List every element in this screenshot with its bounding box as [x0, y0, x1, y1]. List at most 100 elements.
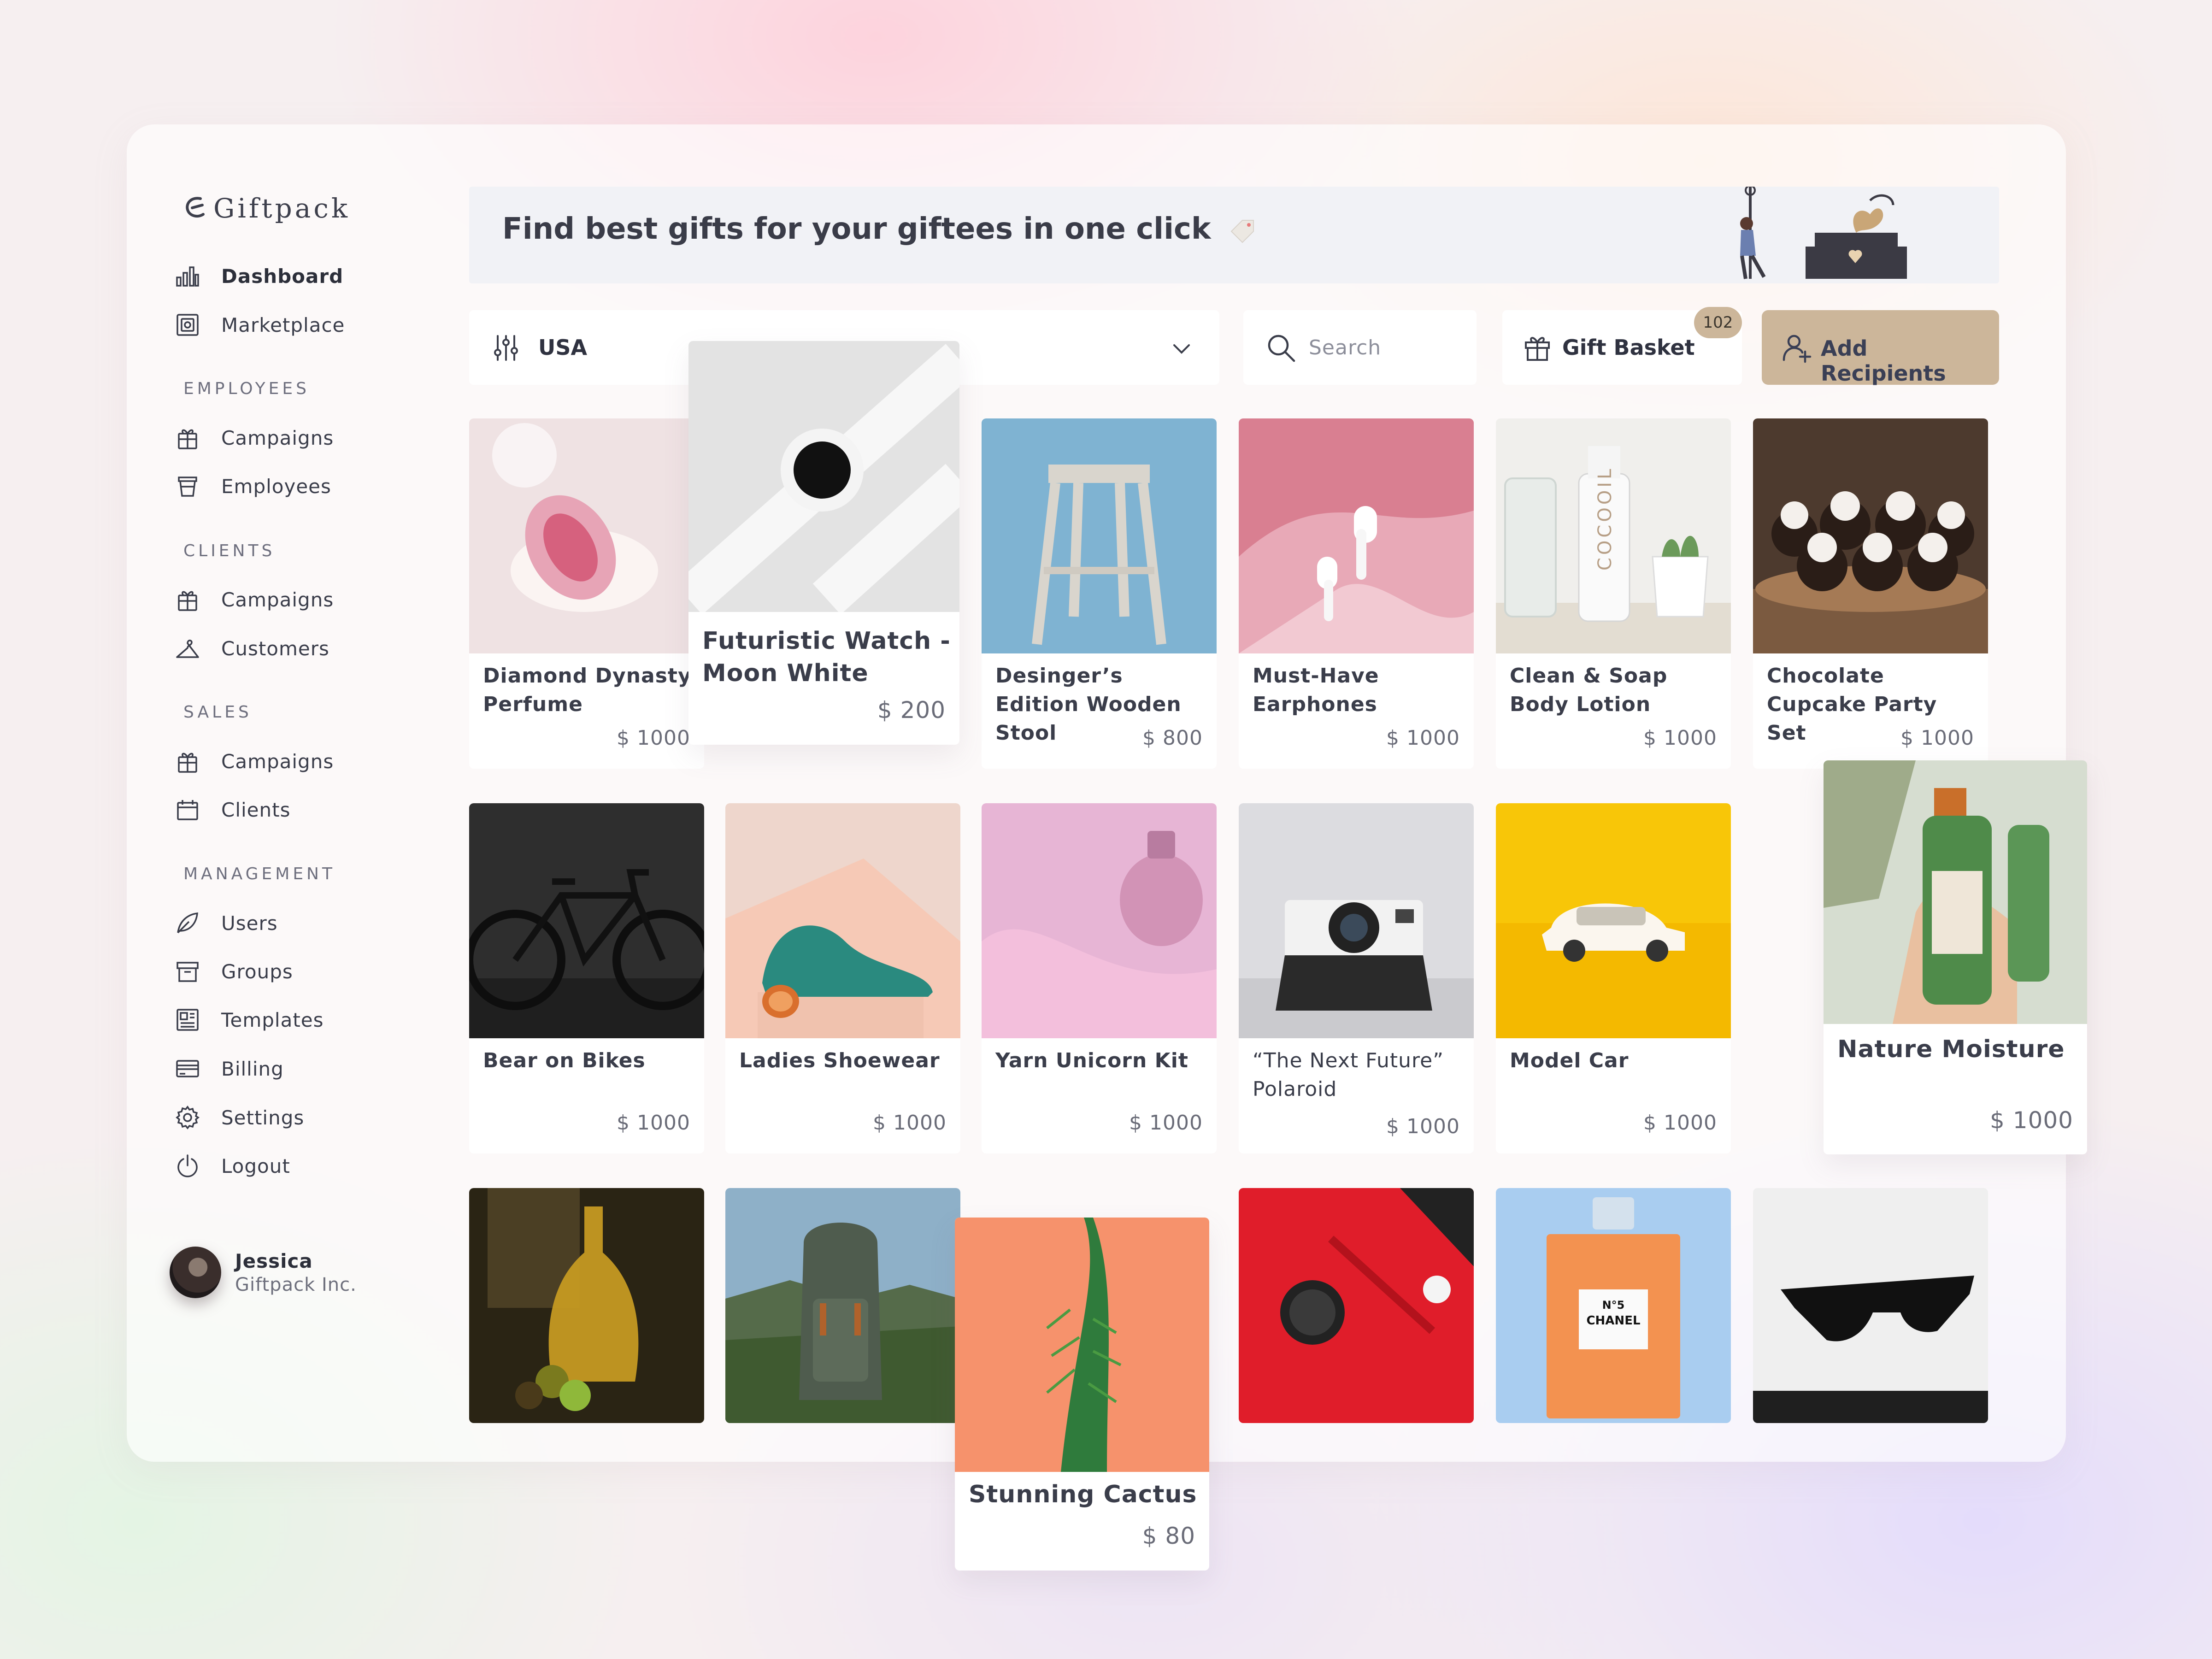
product-name: Nature Moisture [1837, 1035, 2065, 1063]
gift-illustration [1740, 187, 1907, 279]
archive-icon [176, 962, 199, 982]
chevron-down-icon [1173, 344, 1190, 354]
product-price: $ 1000 [1386, 726, 1460, 750]
product-card[interactable] [725, 1188, 960, 1423]
cup-icon [178, 477, 197, 497]
gift-basket-icon [1525, 337, 1550, 361]
product-price: $ 1000 [1643, 726, 1717, 750]
product-price: $ 1000 [1900, 726, 1974, 750]
product-card[interactable] [1753, 1188, 1988, 1423]
sidebar-item-label: Settings [221, 1106, 305, 1129]
sidebar-item-client-campaigns[interactable]: Campaigns [175, 583, 334, 616]
svg-text:COCOOIL: COCOOIL [1594, 466, 1616, 571]
product-name: Ladies Shoewear [739, 1049, 940, 1072]
product-card[interactable]: Must-Have Earphones $ 1000 [1239, 418, 1474, 769]
product-card[interactable]: Diamond Dynasty Perfume $ 1000 [469, 418, 704, 769]
gift-box-icon [178, 429, 197, 449]
logo[interactable]: Giftpack [182, 193, 350, 224]
product-name: Clean & Soap Body Lotion [1510, 664, 1668, 716]
sidebar-item-marketplace[interactable]: Marketplace [175, 309, 345, 341]
product-card[interactable]: Yarn Unicorn Kit $ 1000 [982, 803, 1217, 1153]
sidebar-item-label: Logout [221, 1154, 290, 1177]
product-image-sunglasses [1753, 1188, 1988, 1423]
product-card[interactable] [1239, 1188, 1474, 1423]
filter-sliders-icon [494, 335, 518, 361]
sidebar-item-label: Marketplace [221, 313, 345, 336]
sidebar-item-employees[interactable]: Employees [175, 470, 331, 502]
product-image-shampoo [1824, 760, 2087, 1024]
sidebar-item-clients[interactable]: Clients [175, 794, 290, 826]
sidebar-item-label: Users [221, 912, 278, 935]
product-image-cupcakes [1753, 418, 1988, 653]
product-price: $ 1000 [1129, 1111, 1203, 1135]
sidebar-item-employee-campaigns[interactable]: Campaigns [175, 422, 334, 454]
product-card[interactable]: COCOOIL Clean & Soap Body Lotion $ 1000 [1496, 418, 1731, 769]
product-name: Yarn Unicorn Kit [995, 1049, 1188, 1072]
product-name: Futuristic Watch - Moon White [702, 627, 951, 687]
svg-text:CHANEL: CHANEL [1586, 1314, 1640, 1328]
gift-tag-icon [1230, 220, 1254, 243]
product-card[interactable]: Desinger’s Edition Wooden Stool $ 800 [982, 418, 1217, 769]
product-price: $ 200 [877, 697, 946, 724]
leaf-icon [177, 912, 198, 934]
product-image-watch [688, 341, 959, 612]
product-card[interactable]: “The Next Future” Polaroid $ 1000 [1239, 803, 1474, 1153]
product-image-perfume [469, 418, 704, 653]
country-value: USA [538, 335, 588, 360]
section-title-clients: CLIENTS [183, 541, 276, 560]
product-price: $ 1000 [1643, 1111, 1717, 1135]
product-price: $ 80 [1142, 1523, 1195, 1549]
add-recipients-button[interactable]: Add Recipients [1762, 310, 1999, 386]
product-card[interactable]: Chocolate Cupcake Party Set $ 1000 [1753, 418, 1988, 769]
product-image-lotion: COCOOIL [1496, 418, 1731, 653]
sidebar-item-settings[interactable]: Settings [175, 1101, 304, 1134]
sidebar-item-label: Templates [221, 1008, 324, 1031]
search-placeholder: Search [1309, 336, 1382, 359]
sidebar-item-label: Clients [221, 798, 291, 821]
product-card[interactable]: N°5 CHANEL [1496, 1188, 1731, 1423]
search-input[interactable]: Search [1243, 310, 1477, 385]
product-image-bike [469, 803, 704, 1038]
product-price: $ 800 [1142, 726, 1203, 750]
template-icon [176, 1009, 199, 1031]
sidebar-item-users[interactable]: Users [175, 907, 278, 939]
product-name: Bear on Bikes [483, 1049, 646, 1072]
product-card[interactable]: Model Car $ 1000 [1496, 803, 1731, 1153]
gift-box-icon [178, 753, 197, 773]
sidebar-item-label: Campaigns [221, 426, 334, 449]
product-price: $ 1000 [873, 1111, 947, 1135]
svg-text:N°5: N°5 [1602, 1299, 1625, 1312]
product-name: Diamond Dynasty Perfume [483, 664, 692, 716]
calendar-box-icon [177, 800, 198, 820]
sidebar-item-groups[interactable]: Groups [175, 955, 293, 988]
sidebar-item-sales-campaigns[interactable]: Campaigns [175, 745, 334, 777]
product-price: $ 1000 [1386, 1115, 1460, 1138]
product-price: $ 1000 [1990, 1107, 2073, 1134]
product-image-chanel: N°5 CHANEL [1496, 1188, 1731, 1423]
product-card-featured[interactable]: Stunning Cactus $ 80 [955, 1218, 1209, 1571]
card-icon [176, 1060, 199, 1077]
product-card-featured[interactable]: Futuristic Watch - Moon White $ 200 [688, 341, 959, 745]
product-image-stool [982, 418, 1217, 653]
sidebar-item-billing[interactable]: Billing [175, 1053, 284, 1085]
product-card[interactable] [469, 1188, 704, 1423]
product-price: $ 1000 [617, 726, 690, 750]
product-image-olive-oil [469, 1188, 704, 1423]
add-recipients-label: Add Recipients [1821, 336, 1946, 386]
product-card-featured[interactable]: Nature Moisture $ 1000 [1824, 760, 2087, 1154]
sidebar-item-dashboard[interactable]: Dashboard [175, 260, 343, 292]
gift-box-icon [178, 591, 197, 611]
gift-basket-label: Gift Basket [1562, 335, 1695, 360]
power-icon [177, 1154, 198, 1177]
sidebar-item-templates[interactable]: Templates [175, 1004, 324, 1036]
product-card[interactable]: Ladies Shoewear $ 1000 [725, 803, 960, 1153]
product-card[interactable]: Bear on Bikes $ 1000 [469, 803, 704, 1153]
sidebar-item-label: Campaigns [221, 588, 334, 611]
user-profile[interactable]: Jessica Giftpack Inc. [170, 1247, 357, 1298]
hanger-icon [176, 640, 199, 658]
section-title-sales: SALES [183, 703, 252, 722]
marketplace-icon [176, 314, 199, 336]
sidebar-item-logout[interactable]: Logout [175, 1150, 290, 1182]
sidebar-item-label: Employees [221, 475, 331, 498]
sidebar-item-customers[interactable]: Customers [175, 632, 329, 665]
